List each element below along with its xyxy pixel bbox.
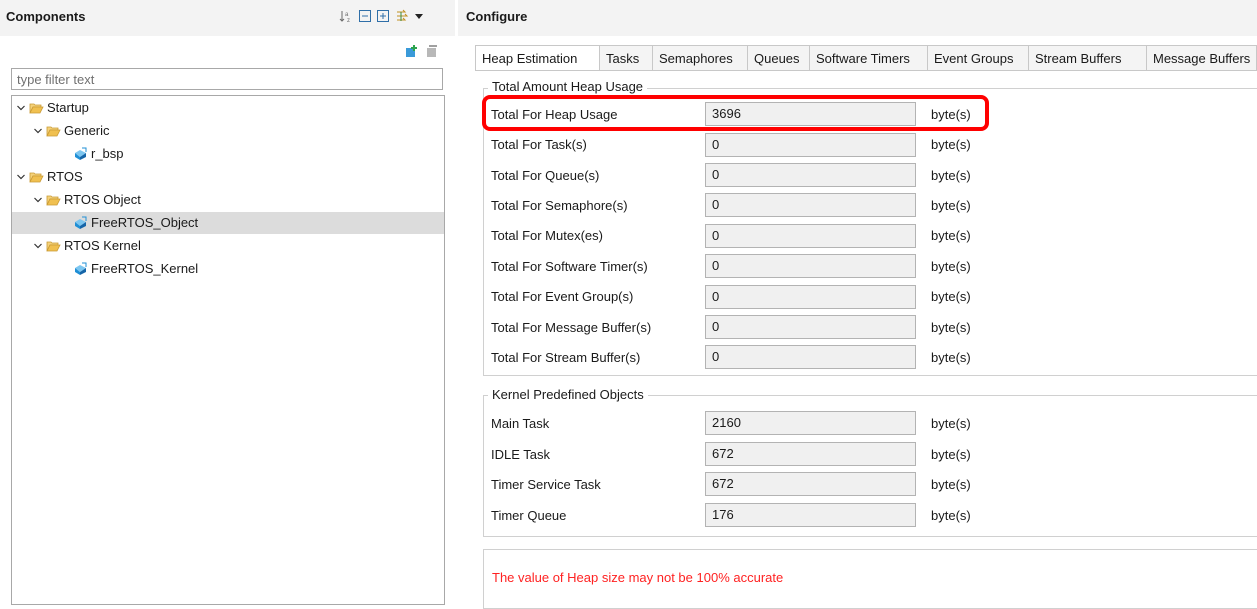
expand-all-icon[interactable] [376,9,390,23]
row-label: Total For Task(s) [491,137,587,152]
highlight-annotation [482,95,989,131]
component-tree: Startup Generic r_bsp RTOS RTOS Object F… [11,95,445,605]
tree-item-r-bsp[interactable]: r_bsp [12,143,444,165]
row-label: Total For Queue(s) [491,168,600,183]
row-unit: byte(s) [931,137,971,152]
collapse-all-icon[interactable] [358,9,372,23]
tree-item-label: Generic [64,123,110,138]
folder-open-icon [46,241,61,252]
timer-queue-value: 176 [705,503,916,527]
row-label: Total For Message Buffer(s) [491,320,652,335]
folder-open-icon [46,126,61,137]
component-icon [75,216,87,229]
chevron-down-icon[interactable] [33,195,43,205]
row-label: Total For Mutex(es) [491,228,603,243]
row-label: Total For Software Timer(s) [491,259,648,274]
tree-item-generic[interactable]: Generic [12,120,444,142]
tab-message-buffers[interactable]: Message Buffers [1147,45,1257,71]
tree-item-freertos-kernel[interactable]: FreeRTOS_Kernel [12,258,444,280]
row-unit: byte(s) [931,447,971,462]
tree-item-label: Startup [47,100,89,115]
view-menu-icon[interactable] [412,9,426,23]
folder-open-icon [29,172,44,183]
chevron-down-icon[interactable] [16,172,26,182]
configure-title: Configure [466,9,528,24]
add-component-icon[interactable] [405,44,419,58]
tree-item-label: FreeRTOS_Object [91,215,199,230]
tree-item-rtos-kernel[interactable]: RTOS Kernel [12,235,444,257]
row-unit: byte(s) [931,350,971,365]
chevron-down-icon[interactable] [33,126,43,136]
row-unit: byte(s) [931,508,971,523]
tree-item-freertos-object[interactable]: FreeRTOS_Object [12,212,444,234]
row-unit: byte(s) [931,320,971,335]
components-title: Components [6,9,86,24]
row-label: Total For Semaphore(s) [491,198,628,213]
row-label: Timer Queue [491,508,567,523]
filter-arrows-icon[interactable] [395,9,409,23]
idle-task-value: 672 [705,442,916,466]
group-title: Total Amount Heap Usage [488,79,648,94]
row-unit: byte(s) [931,416,971,431]
tab-heap-estimation[interactable]: Heap Estimation [475,45,600,71]
group-title: Kernel Predefined Objects [488,387,648,402]
main-task-value: 2160 [705,411,916,435]
tab-tasks[interactable]: Tasks [600,45,653,71]
tree-item-startup[interactable]: Startup [12,97,444,119]
row-unit: byte(s) [931,228,971,243]
chevron-down-icon[interactable] [33,241,43,251]
tab-queues[interactable]: Queues [748,45,810,71]
software-timer-total-value: 0 [705,254,916,278]
component-icon [75,147,87,160]
message-buffer-total-value: 0 [705,315,916,339]
folder-open-icon [46,195,61,206]
svg-text:z: z [347,18,350,23]
tree-item-label: RTOS Object [64,192,141,207]
row-unit: byte(s) [931,477,971,492]
event-group-total-value: 0 [705,285,916,309]
tab-event-groups[interactable]: Event Groups [928,45,1029,71]
tab-semaphores[interactable]: Semaphores [653,45,748,71]
row-unit: byte(s) [931,198,971,213]
semaphore-total-value: 0 [705,193,916,217]
sort-alpha-icon[interactable]: az [339,9,353,23]
tree-item-label: FreeRTOS_Kernel [91,261,199,276]
component-icon [75,262,87,275]
tab-stream-buffers[interactable]: Stream Buffers [1029,45,1147,71]
row-label: Total For Event Group(s) [491,289,634,304]
tree-item-label: RTOS [47,169,83,184]
tree-item-label: RTOS Kernel [64,238,141,253]
row-label: Timer Service Task [491,477,601,492]
tab-software-timers[interactable]: Software Timers [810,45,928,71]
accuracy-warning: The value of Heap size may not be 100% a… [492,570,784,585]
chevron-down-icon[interactable] [16,103,26,113]
folder-open-icon [29,103,44,114]
row-label: Main Task [491,416,550,431]
row-label: Total For Stream Buffer(s) [491,350,641,365]
configure-panel-header [458,0,1257,36]
filter-input[interactable] [11,68,443,90]
row-unit: byte(s) [931,259,971,274]
stream-buffer-total-value: 0 [705,345,916,369]
mutex-total-value: 0 [705,224,916,248]
queue-total-value: 0 [705,163,916,187]
tree-item-rtos-object[interactable]: RTOS Object [12,189,444,211]
tree-item-label: r_bsp [91,146,124,161]
row-unit: byte(s) [931,168,971,183]
task-total-value: 0 [705,133,916,157]
tree-item-rtos[interactable]: RTOS [12,166,444,188]
timer-service-task-value: 672 [705,472,916,496]
row-unit: byte(s) [931,289,971,304]
remove-component-icon[interactable] [425,44,439,58]
row-label: IDLE Task [491,447,551,462]
